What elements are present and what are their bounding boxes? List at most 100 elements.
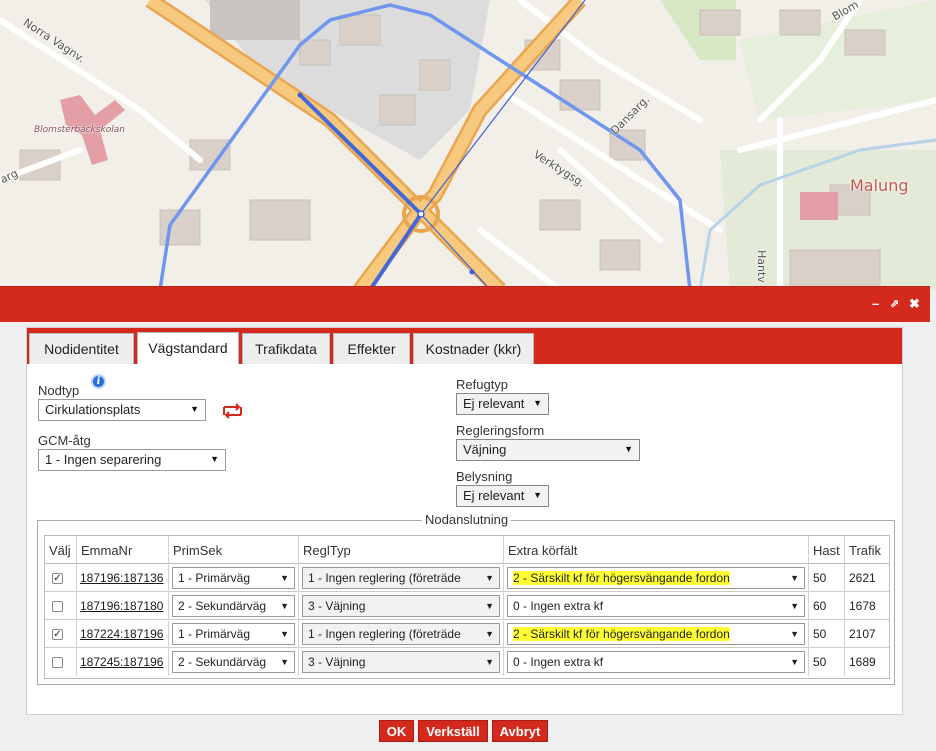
gcm-value: 1 - Ingen separering [45, 452, 162, 467]
chevron-down-icon: ▼ [533, 490, 542, 500]
gcm-label: GCM-åtg [38, 433, 91, 448]
hast-value: 60 [813, 599, 827, 613]
popout-icon[interactable]: ⇗ [890, 295, 899, 313]
primsek-value: 2 - Sekundärväg [178, 599, 267, 613]
header-valj: Välj [45, 536, 77, 564]
ok-button[interactable]: OK [379, 720, 414, 742]
hast-value: 50 [813, 571, 827, 585]
info-icon[interactable]: i [91, 374, 106, 389]
map-label-school: Blomsterbäckskolan [34, 125, 125, 135]
chevron-down-icon: ▼ [280, 629, 289, 639]
trafik-value: 2107 [849, 627, 876, 641]
header-regltyp: ReglTyp [299, 536, 504, 564]
nodanslutning-fieldset: Nodanslutning Välj EmmaNr PrimSek ReglTy… [37, 512, 895, 685]
chevron-down-icon: ▼ [280, 657, 289, 667]
belysning-select[interactable]: Ej relevant ▼ [456, 485, 549, 507]
regltyp-value: 3 - Väjning [308, 655, 366, 669]
dialog-panel: Nodidentitet Vägstandard Trafikdata Effe… [26, 327, 903, 715]
primsek-value: 1 - Primärväg [178, 571, 251, 585]
close-icon[interactable]: ✖ [909, 295, 920, 313]
row-select-checkbox[interactable] [52, 657, 63, 668]
trafik-value: 1689 [849, 655, 876, 669]
regltyp-value: 3 - Väjning [308, 599, 366, 613]
extra-korfalt-value: 0 - Ingen extra kf [513, 655, 604, 669]
regltyp-select[interactable]: 3 - Väjning ▼ [302, 651, 500, 673]
header-trafik: Trafik [845, 536, 889, 564]
belysning-label: Belysning [456, 469, 513, 484]
nodtyp-select[interactable]: Cirkulationsplats ▼ [38, 399, 206, 421]
tab-trafikdata[interactable]: Trafikdata [242, 333, 330, 364]
regltyp-select[interactable]: 1 - Ingen reglering (företräde ▼ [302, 567, 500, 589]
nodtyp-label: Nodtyp [38, 383, 80, 398]
emmanr-link[interactable]: 187196:187136 [80, 571, 163, 585]
table-row: ✓ 187196:187136 1 - Primärväg ▼ 1 - Ingen… [45, 564, 889, 592]
row-select-checkbox[interactable]: ✓ [52, 573, 63, 584]
extra-korfalt-select[interactable]: 0 - Ingen extra kf ▼ [507, 595, 805, 617]
tab-bar: Nodidentitet Vägstandard Trafikdata Effe… [27, 328, 902, 364]
refugtyp-select[interactable]: Ej relevant ▼ [456, 393, 549, 415]
hast-value: 50 [813, 627, 827, 641]
extra-korfalt-select[interactable]: 0 - Ingen extra kf ▼ [507, 651, 805, 673]
tab-nodidentitet[interactable]: Nodidentitet [29, 333, 134, 364]
chevron-down-icon: ▼ [533, 398, 542, 408]
table-row: 187245:187196 2 - Sekundärväg ▼ 3 - Väjni… [45, 648, 889, 676]
nodanslutning-table: Välj EmmaNr PrimSek ReglTyp Extra körfäl… [44, 535, 890, 679]
chevron-down-icon: ▼ [790, 629, 799, 639]
map-view[interactable]: Norra Vagnv. Blomsterbäckskolan arg Dans… [0, 0, 936, 300]
chevron-down-icon: ▼ [485, 629, 494, 639]
regltyp-value: 1 - Ingen reglering (företräde [308, 571, 461, 585]
dialog-titlebar[interactable]: – ⇗ ✖ [0, 286, 930, 322]
primsek-select[interactable]: 2 - Sekundärväg ▼ [172, 651, 295, 673]
chevron-down-icon: ▼ [485, 573, 494, 583]
vagstandard-form: Nodtyp i Cirkulationsplats ▼ GCM-åtg 1 -… [27, 364, 902, 714]
emmanr-link[interactable]: 187196:187180 [80, 599, 163, 613]
extra-korfalt-value: 0 - Ingen extra kf [513, 599, 604, 613]
row-select-checkbox[interactable]: ✓ [52, 629, 63, 640]
chevron-down-icon: ▼ [485, 601, 494, 611]
chevron-down-icon: ▼ [280, 573, 289, 583]
apply-button[interactable]: Verkställ [418, 720, 488, 742]
hast-value: 50 [813, 655, 827, 669]
extra-korfalt-value: 2 - Särskilt kf för högersvängande fordo… [513, 571, 730, 585]
primsek-select[interactable]: 1 - Primärväg ▼ [172, 623, 295, 645]
row-select-checkbox[interactable] [52, 601, 63, 612]
header-emmanr: EmmaNr [77, 536, 169, 564]
chevron-down-icon: ▼ [485, 657, 494, 667]
gcm-select[interactable]: 1 - Ingen separering ▼ [38, 449, 226, 471]
primsek-select[interactable]: 1 - Primärväg ▼ [172, 567, 295, 589]
emmanr-link[interactable]: 187245:187196 [80, 655, 163, 669]
primsek-select[interactable]: 2 - Sekundärväg ▼ [172, 595, 295, 617]
nodanslutning-legend: Nodanslutning [422, 512, 512, 527]
emmanr-link[interactable]: 187224:187196 [80, 627, 163, 641]
regleringsform-select[interactable]: Väjning ▼ [456, 439, 640, 461]
minimize-icon[interactable]: – [872, 295, 879, 313]
belysning-value: Ej relevant [463, 488, 525, 503]
regltyp-select[interactable]: 1 - Ingen reglering (företräde ▼ [302, 623, 500, 645]
tab-effekter[interactable]: Effekter [333, 333, 410, 364]
primsek-value: 1 - Primärväg [178, 627, 251, 641]
regleringsform-label: Regleringsform [456, 423, 545, 438]
primsek-value: 2 - Sekundärväg [178, 655, 267, 669]
cancel-button[interactable]: Avbryt [492, 720, 548, 742]
chevron-down-icon: ▼ [280, 601, 289, 611]
tab-vagstandard[interactable]: Vägstandard [137, 332, 239, 364]
trafik-value: 2621 [849, 571, 876, 585]
regltyp-value: 1 - Ingen reglering (företräde [308, 627, 461, 641]
extra-korfalt-select[interactable]: 2 - Särskilt kf för högersvängande fordo… [507, 567, 805, 589]
tab-kostnader[interactable]: Kostnader (kkr) [413, 333, 534, 364]
regleringsform-value: Väjning [463, 442, 507, 457]
map-label-hantv: Hantv [755, 250, 768, 283]
header-extra-korfalt: Extra körfält [504, 536, 809, 564]
chevron-down-icon: ▼ [190, 404, 199, 414]
chevron-down-icon: ▼ [790, 601, 799, 611]
swap-direction-icon[interactable] [221, 403, 244, 419]
map-label-malung: Malung [850, 176, 909, 195]
extra-korfalt-select[interactable]: 2 - Särskilt kf för högersvängande fordo… [507, 623, 805, 645]
chevron-down-icon: ▼ [790, 573, 799, 583]
extra-korfalt-value: 2 - Särskilt kf för högersvängande fordo… [513, 627, 730, 641]
regltyp-select[interactable]: 3 - Väjning ▼ [302, 595, 500, 617]
chevron-down-icon: ▼ [624, 444, 633, 454]
header-primsek: PrimSek [169, 536, 299, 564]
header-hast: Hast [809, 536, 845, 564]
refugtyp-label: Refugtyp [456, 377, 509, 392]
